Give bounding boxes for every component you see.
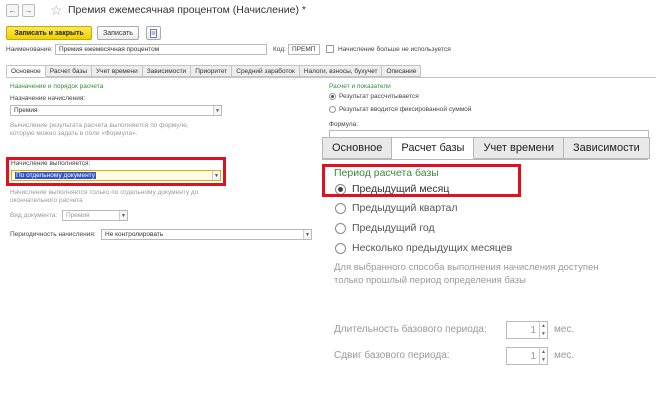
shift-value: 1 [530, 350, 536, 362]
tab-average-earnings[interactable]: Средний заработок [232, 65, 300, 77]
star-icon[interactable]: ☆ [50, 2, 63, 19]
duration-label: Длительность базового периода: [334, 324, 487, 335]
stepper-up-icon[interactable]: ▲ [540, 322, 547, 330]
zoom-tabs-divider [322, 159, 648, 160]
name-label: Наименование: [6, 46, 53, 53]
arrow-right-icon: → [24, 6, 33, 15]
purpose-value: Премия [14, 107, 38, 114]
purpose-section-title: Назначение и порядок расчета [10, 83, 104, 90]
option-several-months-label: Несколько предыдущих месяцев [352, 242, 513, 254]
zoom-tabs: Основное Расчет базы Учет времени Зависи… [322, 137, 650, 159]
tab-time-accounting[interactable]: Учет времени [92, 65, 143, 77]
option-prev-quarter-label: Предыдущий квартал [352, 202, 458, 214]
doc-type-select[interactable]: Премия ▼ [62, 210, 128, 221]
highlight-frame-execution [6, 157, 226, 186]
option-prev-quarter[interactable]: Предыдущий квартал [335, 202, 458, 214]
tab-taxes[interactable]: Налоги, взносы, бухучет [299, 65, 383, 77]
shift-unit: мес. [554, 350, 575, 361]
form-tabs: Основное Расчет базы Учет времени Зависи… [6, 65, 422, 77]
periodicity-value: Не контролировать [105, 231, 164, 238]
tab-main[interactable]: Основное [6, 65, 46, 77]
zoom-tab-dependencies[interactable]: Зависимости [564, 137, 650, 159]
tab-dependencies[interactable]: Зависимости [142, 65, 192, 77]
tab-priority[interactable]: Приоритет [191, 65, 233, 77]
duration-unit: мес. [554, 324, 575, 335]
purpose-select[interactable]: Премия ▼ [10, 105, 222, 116]
stepper-down-icon[interactable]: ▼ [540, 356, 547, 364]
not-used-checkbox[interactable] [326, 45, 334, 53]
doc-type-label: Вид документа: [10, 212, 58, 219]
window-title: Премия ежемесячная процентом (Начисление… [68, 4, 307, 16]
tab-base-calc[interactable]: Расчет базы [45, 65, 93, 77]
radio-empty-icon [335, 242, 346, 254]
save-and-close-button[interactable]: Записать и закрыть [6, 26, 92, 40]
purpose-label: Назначение начисления: [10, 95, 86, 102]
radio-fixed-sum[interactable]: Результат вводится фиксированной суммой [329, 106, 471, 113]
formula-label: Формула: [329, 121, 359, 128]
radio-empty-icon [335, 222, 346, 234]
shift-label: Сдвиг базового периода: [334, 350, 450, 361]
chevron-down-icon: ▼ [213, 106, 221, 115]
document-icon [150, 28, 157, 38]
back-button[interactable]: ← [6, 4, 19, 17]
radio-empty-icon [335, 202, 346, 214]
radio-calculated-label: Результат рассчитывается [339, 93, 419, 100]
radio-selected-icon [329, 93, 336, 100]
option-several-months[interactable]: Несколько предыдущих месяцев [335, 242, 512, 254]
name-input[interactable]: Премия ежемесячная процентом [55, 44, 267, 55]
execution-hint-line1: Начисление выполняется только по отдельн… [10, 189, 199, 196]
option-prev-year[interactable]: Предыдущий год [335, 222, 435, 234]
note-line2: только прошлый период определения базы [334, 275, 526, 286]
radio-empty-icon [329, 106, 336, 113]
shift-stepper[interactable]: 1 ▲ ▼ [506, 347, 548, 365]
chevron-down-icon: ▼ [303, 230, 311, 239]
radio-calculated[interactable]: Результат рассчитывается [329, 93, 419, 100]
arrow-left-icon: ← [8, 6, 17, 15]
zoom-tab-time-accounting[interactable]: Учет времени [474, 137, 564, 159]
code-label: Код: [273, 46, 286, 53]
print-button[interactable] [146, 26, 161, 40]
not-used-label: Начисление больше не используется [338, 46, 451, 53]
chevron-down-icon: ▼ [119, 211, 127, 220]
duration-value: 1 [530, 324, 536, 336]
duration-stepper[interactable]: 1 ▲ ▼ [506, 321, 548, 339]
highlight-frame-period [322, 164, 521, 197]
zoom-tab-main[interactable]: Основное [322, 137, 393, 159]
save-button[interactable]: Записать [97, 26, 139, 40]
zoom-tab-base-calc[interactable]: Расчет базы [392, 137, 475, 159]
formula-hint-line2: которую можно задать в поле «Формула». [10, 130, 138, 137]
stepper-up-icon[interactable]: ▲ [540, 348, 547, 356]
tabs-divider [6, 77, 656, 78]
radio-fixed-sum-label: Результат вводится фиксированной суммой [339, 106, 472, 113]
periodicity-label: Периодичность начисления: [10, 231, 96, 238]
execution-hint-line2: окончательного расчета [10, 197, 83, 204]
code-input[interactable]: ПРЕМП [288, 44, 320, 55]
forward-button[interactable]: → [22, 4, 35, 17]
note-line1: Для выбранного способа выполнения начисл… [334, 262, 599, 273]
doc-type-value: Премия [66, 212, 90, 219]
stepper-down-icon[interactable]: ▼ [540, 330, 547, 338]
formula-hint-line1: Вычисление результата расчета выполняетс… [10, 122, 189, 129]
tab-description[interactable]: Описание [382, 65, 422, 77]
periodicity-select[interactable]: Не контролировать ▼ [101, 229, 312, 240]
calc-section-title: Расчет и показатели [329, 83, 391, 90]
option-prev-year-label: Предыдущий год [352, 222, 435, 234]
